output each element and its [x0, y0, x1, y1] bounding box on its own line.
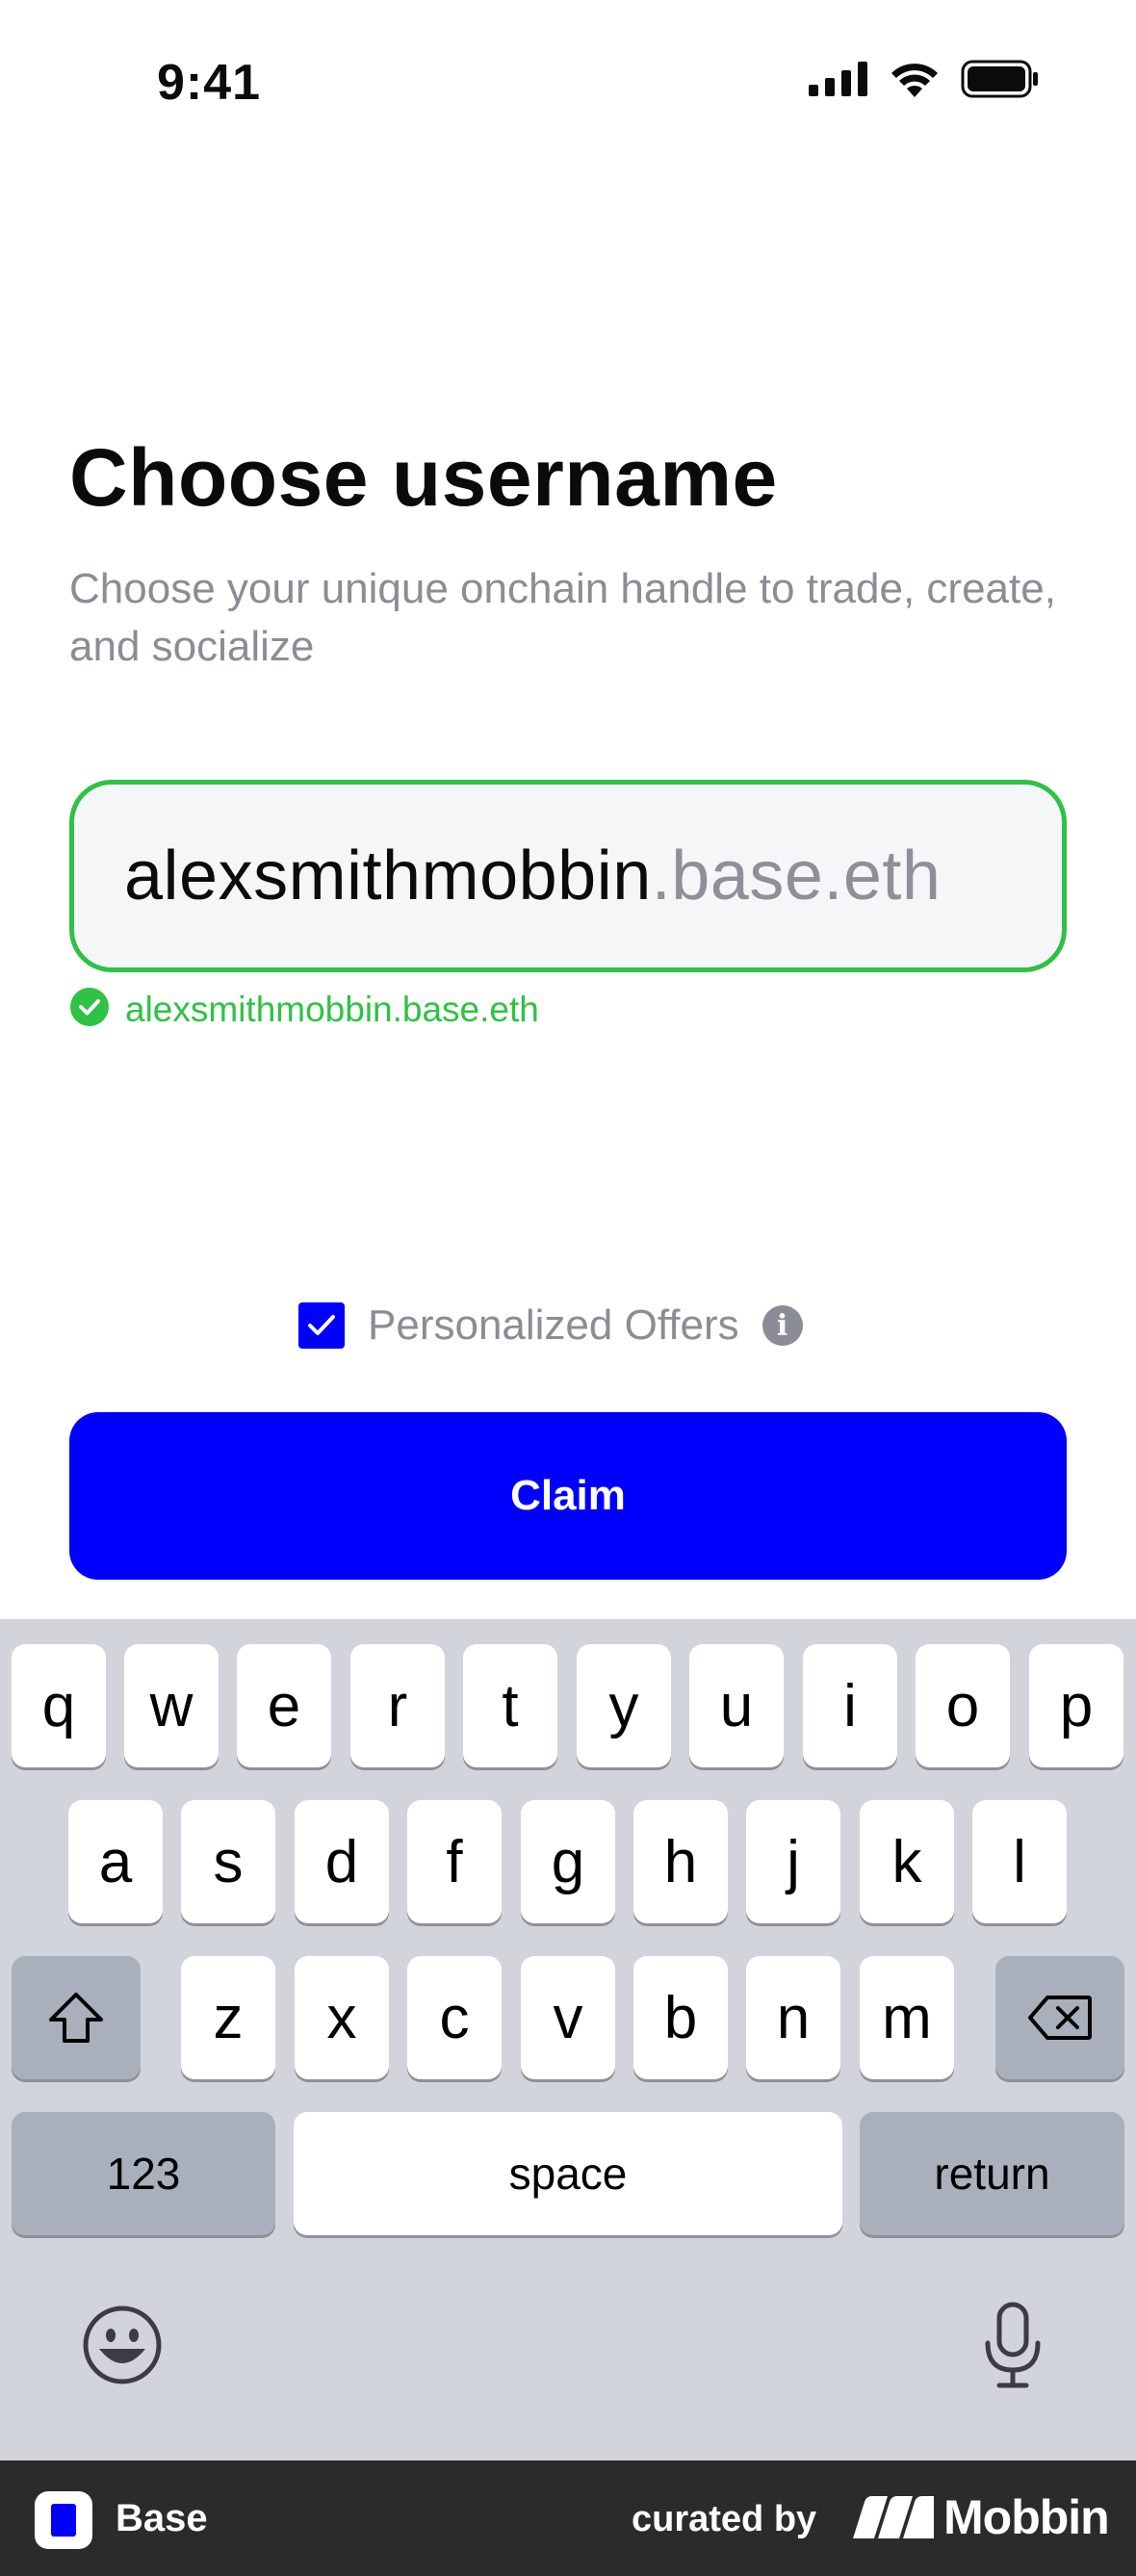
- key-a[interactable]: a: [68, 1800, 163, 1923]
- wifi-icon: [890, 61, 940, 102]
- key-d[interactable]: d: [295, 1800, 389, 1923]
- key-w[interactable]: w: [124, 1644, 219, 1767]
- footer-bar: Base curated by Mobbin: [0, 2460, 1136, 2576]
- numbers-key[interactable]: 123: [12, 2112, 275, 2235]
- username-validation: alexsmithmobbin.base.eth: [69, 987, 539, 1032]
- checkmark-icon: [308, 1315, 335, 1335]
- return-key[interactable]: return: [860, 2112, 1124, 2235]
- key-u[interactable]: u: [689, 1644, 784, 1767]
- key-o[interactable]: o: [916, 1644, 1010, 1767]
- key-q[interactable]: q: [12, 1644, 106, 1767]
- delete-key[interactable]: [995, 1956, 1124, 2079]
- personalized-offers-label: Personalized Offers: [368, 1301, 739, 1349]
- info-icon[interactable]: i: [762, 1305, 803, 1346]
- username-input[interactable]: alexsmithmobbin .base.eth: [69, 780, 1067, 972]
- shift-icon: [49, 1993, 103, 2043]
- key-k[interactable]: k: [860, 1800, 954, 1923]
- key-p[interactable]: p: [1029, 1644, 1123, 1767]
- key-x[interactable]: x: [295, 1956, 389, 2079]
- key-j[interactable]: j: [746, 1800, 840, 1923]
- key-v[interactable]: v: [521, 1956, 615, 2079]
- key-i[interactable]: i: [803, 1644, 897, 1767]
- status-icons: [809, 60, 1040, 103]
- space-key[interactable]: space: [294, 2112, 842, 2235]
- status-bar: 9:41: [0, 0, 1136, 168]
- key-n[interactable]: n: [746, 1956, 840, 2079]
- claim-button[interactable]: Claim: [69, 1412, 1067, 1580]
- key-s[interactable]: s: [181, 1800, 275, 1923]
- check-circle-icon: [69, 987, 110, 1032]
- battery-icon: [961, 60, 1040, 103]
- key-b[interactable]: b: [633, 1956, 728, 2079]
- key-g[interactable]: g: [521, 1800, 615, 1923]
- mobbin-logo: Mobbin: [853, 2489, 1110, 2545]
- microphone-icon[interactable]: [982, 2301, 1044, 2394]
- status-time: 9:41: [157, 55, 262, 111]
- emoji-icon[interactable]: [82, 2305, 163, 2390]
- key-e[interactable]: e: [237, 1644, 331, 1767]
- shift-key[interactable]: [12, 1956, 141, 2079]
- key-z[interactable]: z: [181, 1956, 275, 2079]
- footer-curated-label: curated by: [632, 2499, 817, 2539]
- footer-brand: Mobbin: [943, 2490, 1110, 2544]
- username-suffix: .base.eth: [651, 837, 942, 914]
- personalized-offers-row: Personalized Offers i: [298, 1301, 803, 1350]
- validation-text: alexsmithmobbin.base.eth: [125, 989, 539, 1029]
- key-y[interactable]: y: [577, 1644, 671, 1767]
- footer-app-name: Base: [116, 2497, 208, 2539]
- page-subtitle: Choose your unique onchain handle to tra…: [69, 565, 1056, 670]
- page-title: Choose username: [69, 432, 778, 523]
- key-f[interactable]: f: [407, 1800, 502, 1923]
- keyboard: q w e r t y u i o p a s d f g h j k l z …: [0, 1619, 1136, 2460]
- username-value: alexsmithmobbin: [124, 837, 652, 914]
- key-c[interactable]: c: [407, 1956, 502, 2079]
- key-r[interactable]: r: [350, 1644, 445, 1767]
- mobbin-logo-icon: [853, 2496, 934, 2538]
- base-app-icon: [35, 2491, 92, 2549]
- signal-icon: [809, 62, 868, 101]
- backspace-icon: [1028, 1996, 1092, 2040]
- key-m[interactable]: m: [860, 1956, 954, 2079]
- key-t[interactable]: t: [463, 1644, 557, 1767]
- key-l[interactable]: l: [972, 1800, 1067, 1923]
- personalized-offers-checkbox[interactable]: [298, 1302, 345, 1349]
- key-h[interactable]: h: [633, 1800, 728, 1923]
